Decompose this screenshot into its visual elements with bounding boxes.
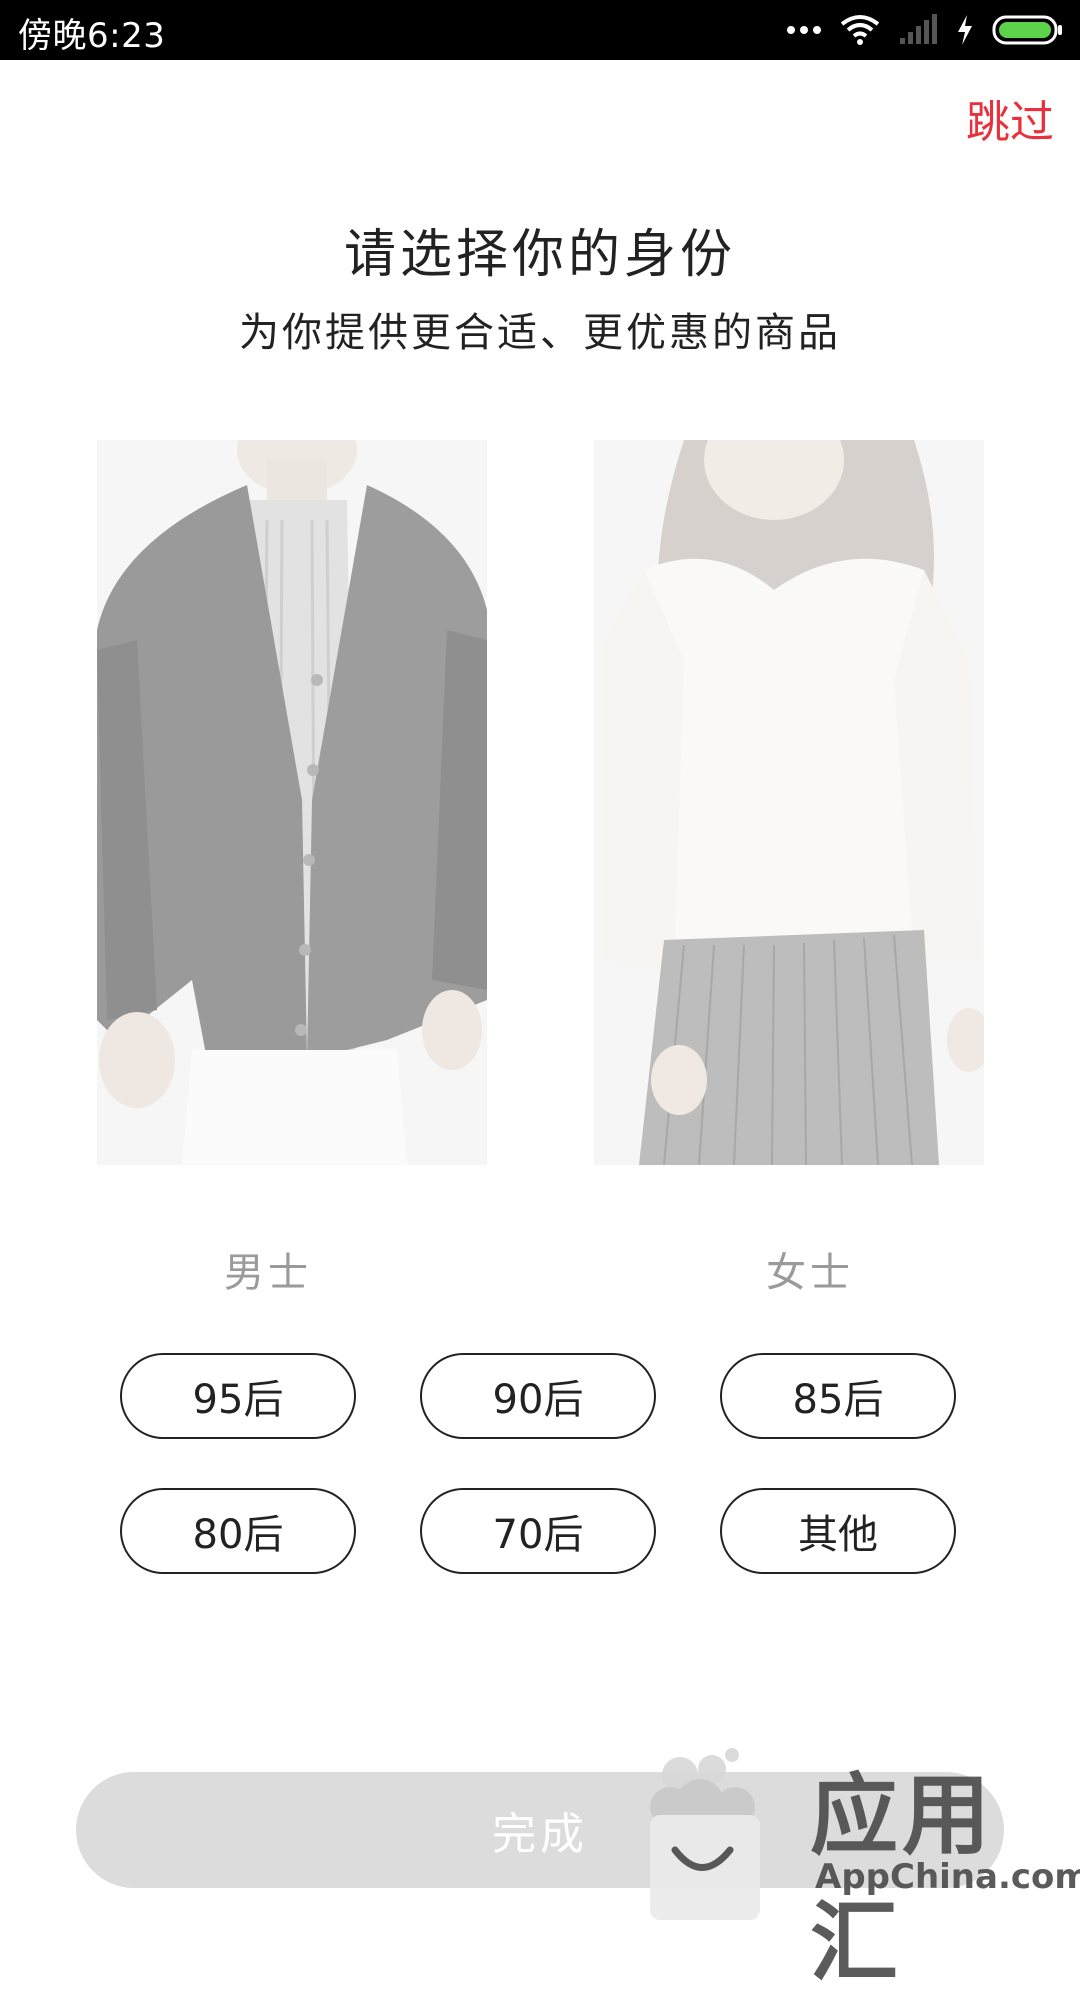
age-option-70[interactable]: 70后 (420, 1488, 656, 1574)
skip-button[interactable]: 跳过 (966, 86, 1054, 150)
gender-label-male: 男士 (224, 1250, 312, 1296)
gender-card-female[interactable] (594, 440, 984, 1165)
male-model-image (97, 440, 487, 1165)
gender-label-female: 女士 (766, 1250, 854, 1296)
age-option-other[interactable]: 其他 (720, 1488, 956, 1574)
page-title: 请选择你的身份 (343, 225, 736, 285)
appchina-mascot-icon (650, 1748, 760, 1920)
signal-icon (900, 14, 937, 44)
watermark: 应用汇 AppChina.com (640, 1745, 1080, 1994)
more-dots-icon (787, 26, 821, 34)
status-time: 傍晚6:23 (18, 16, 166, 56)
charging-icon (958, 15, 972, 45)
age-option-95[interactable]: 95后 (120, 1353, 356, 1439)
age-option-85[interactable]: 85后 (720, 1353, 956, 1439)
status-bar: 傍晚6:23 (0, 0, 1080, 60)
page-subtitle: 为你提供更合适、更优惠的商品 (239, 310, 841, 356)
age-option-80[interactable]: 80后 (120, 1488, 356, 1574)
wifi-icon (840, 15, 880, 45)
status-icons (786, 0, 1064, 60)
watermark-site: AppChina.com (815, 1857, 1080, 1897)
female-model-image (594, 440, 984, 1165)
gender-card-male[interactable] (97, 440, 487, 1165)
battery-icon (992, 15, 1062, 45)
age-option-90[interactable]: 90后 (420, 1353, 656, 1439)
